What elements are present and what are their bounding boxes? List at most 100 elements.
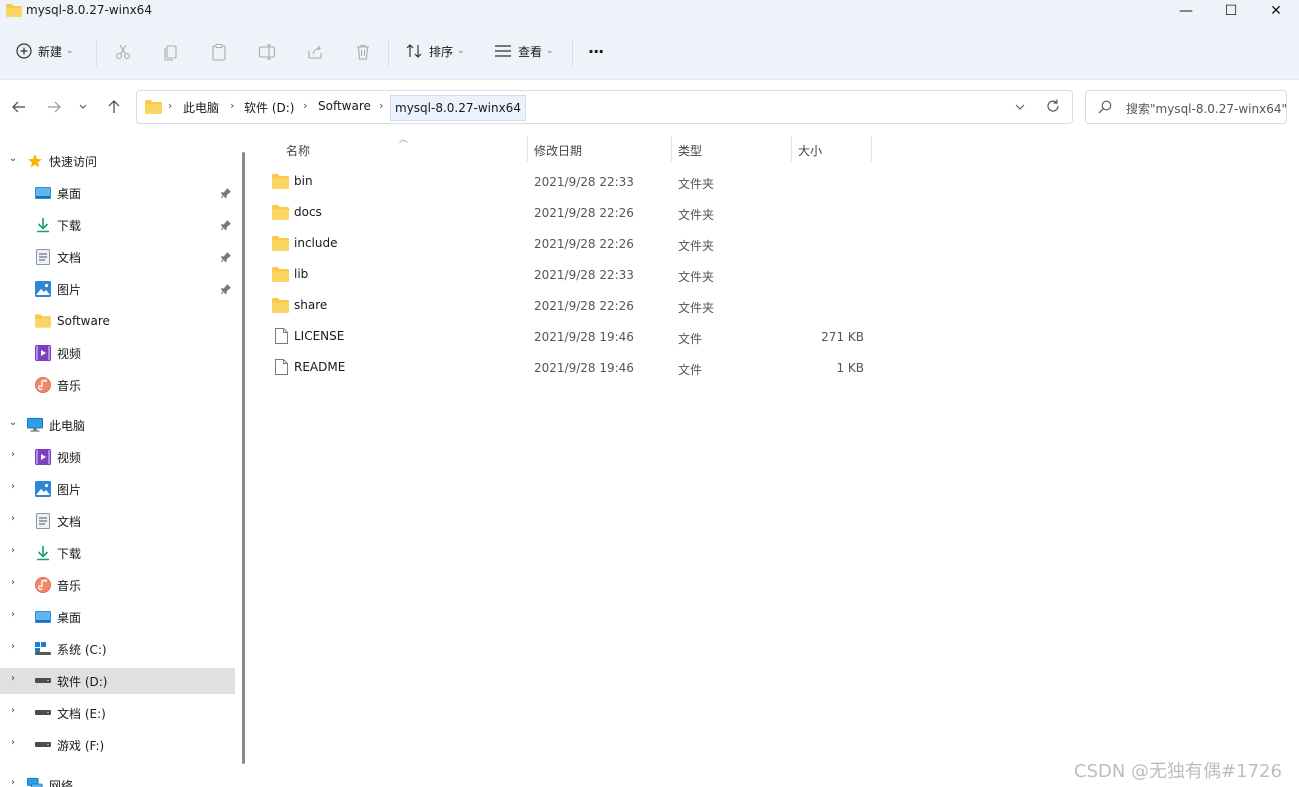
sidebar-item-desktop[interactable]: 桌面 — [0, 180, 235, 206]
file-row[interactable]: include 2021/9/28 22:26 文件夹 — [268, 230, 878, 258]
sidebar-pc-drive-d[interactable]: › 软件 (D:) — [0, 668, 235, 694]
sidebar-pc-drive-c[interactable]: › 系统 (C:) — [0, 636, 235, 662]
column-header-name[interactable]: 名称 — [286, 142, 310, 159]
column-divider[interactable] — [671, 136, 672, 162]
file-name: share — [294, 298, 328, 312]
chevron-right-icon[interactable]: › — [6, 673, 20, 684]
file-row[interactable]: share 2021/9/28 22:26 文件夹 — [268, 292, 878, 320]
column-divider[interactable] — [871, 136, 872, 162]
column-header-size[interactable]: 大小 — [798, 142, 822, 159]
sidebar-pc-pictures[interactable]: › 图片 — [0, 476, 235, 502]
sidebar-pc-documents[interactable]: › 文档 — [0, 508, 235, 534]
sort-icon — [406, 44, 422, 58]
sidebar-network[interactable]: › 网络 — [0, 772, 235, 787]
system-drive-icon — [35, 641, 51, 657]
breadcrumb-separator[interactable]: › — [168, 99, 172, 112]
chevron-right-icon[interactable]: › — [6, 609, 20, 620]
sort-button[interactable]: 排序 ⌄ — [405, 36, 465, 66]
pin-icon[interactable] — [220, 283, 232, 295]
more-options-button[interactable]: ··· — [588, 36, 604, 66]
chevron-down-icon — [79, 104, 87, 109]
chevron-right-icon[interactable]: › — [6, 449, 20, 460]
breadcrumb-separator[interactable]: › — [303, 99, 307, 112]
column-divider[interactable] — [527, 136, 528, 162]
recent-locations-button[interactable] — [74, 96, 92, 118]
breadcrumb-this-pc[interactable]: 此电脑 — [183, 99, 219, 116]
breadcrumb-separator[interactable]: › — [230, 99, 234, 112]
sidebar-pc-downloads[interactable]: › 下载 — [0, 540, 235, 566]
search-box[interactable]: 搜索"mysql-8.0.27-winx64" — [1085, 90, 1287, 124]
sidebar-item-software[interactable]: Software — [0, 308, 235, 334]
file-row[interactable]: LICENSE 2021/9/28 19:46 文件 271 KB — [268, 323, 878, 351]
chevron-expanded-icon[interactable]: ⌄ — [6, 417, 20, 428]
file-row[interactable]: bin 2021/9/28 22:33 文件夹 — [268, 168, 878, 196]
sidebar-item-label: Software — [57, 314, 110, 328]
close-button[interactable]: ✕ — [1253, 0, 1299, 22]
breadcrumb-drive-d[interactable]: 软件 (D:) — [244, 99, 294, 116]
sidebar-scrollbar-thumb[interactable] — [242, 152, 245, 764]
chevron-right-icon[interactable]: › — [6, 545, 20, 556]
plus-circle-icon — [16, 43, 32, 59]
file-row[interactable]: docs 2021/9/28 22:26 文件夹 — [268, 199, 878, 227]
sidebar-pc-music[interactable]: › 音乐 — [0, 572, 235, 598]
chevron-right-icon[interactable]: › — [6, 513, 20, 524]
chevron-right-icon[interactable]: › — [6, 737, 20, 748]
chevron-right-icon[interactable]: › — [6, 777, 20, 787]
search-input[interactable]: 搜索"mysql-8.0.27-winx64" — [1126, 100, 1287, 117]
sidebar-item-downloads[interactable]: 下载 — [0, 212, 235, 238]
chevron-right-icon[interactable]: › — [6, 641, 20, 652]
back-button[interactable] — [8, 96, 30, 118]
download-icon — [35, 545, 51, 561]
column-header-date[interactable]: 修改日期 — [534, 142, 582, 159]
pin-icon[interactable] — [220, 219, 232, 231]
pin-icon[interactable] — [220, 251, 232, 263]
sidebar-item-documents[interactable]: 文档 — [0, 244, 235, 270]
sidebar-this-pc[interactable]: ⌄ 此电脑 — [0, 412, 235, 438]
forward-button[interactable] — [43, 96, 65, 118]
breadcrumb-separator[interactable]: › — [379, 99, 383, 112]
sidebar-pc-drive-f[interactable]: › 游戏 (F:) — [0, 732, 235, 758]
paste-button[interactable] — [209, 42, 229, 62]
pin-icon[interactable] — [220, 187, 232, 199]
file-row[interactable]: lib 2021/9/28 22:33 文件夹 — [268, 261, 878, 289]
sidebar-item-pictures[interactable]: 图片 — [0, 276, 235, 302]
cut-button[interactable] — [113, 42, 133, 62]
rename-button[interactable] — [257, 42, 277, 62]
up-button[interactable] — [103, 96, 125, 118]
sidebar-pc-desktop[interactable]: › 桌面 — [0, 604, 235, 630]
file-type: 文件夹 — [678, 270, 715, 284]
address-history-chevron-icon[interactable] — [1015, 99, 1025, 115]
file-type: 文件夹 — [678, 177, 715, 191]
address-bar[interactable]: › 此电脑 › 软件 (D:) › Software › mysql-8.0.2… — [136, 90, 1073, 124]
new-button[interactable]: 新建 ⌄ — [16, 36, 74, 66]
chevron-expanded-icon[interactable]: ⌄ — [6, 153, 20, 164]
sidebar-pc-drive-e[interactable]: › 文档 (E:) — [0, 700, 235, 726]
view-icon — [495, 45, 511, 57]
sidebar-scrollbar[interactable] — [238, 140, 252, 787]
sidebar-pc-videos[interactable]: › 视频 — [0, 444, 235, 470]
breadcrumb-current[interactable]: mysql-8.0.27-winx64 — [390, 95, 526, 121]
column-divider[interactable] — [791, 136, 792, 162]
pictures-icon — [35, 281, 51, 297]
refresh-icon[interactable] — [1045, 98, 1061, 114]
video-icon — [35, 345, 51, 361]
sidebar-item-videos[interactable]: 视频 — [0, 340, 235, 366]
sidebar-item-music[interactable]: 音乐 — [0, 372, 235, 398]
breadcrumb-software[interactable]: Software — [318, 99, 371, 113]
sidebar-quick-access[interactable]: ⌄ 快速访问 — [0, 148, 235, 174]
chevron-right-icon[interactable]: › — [6, 481, 20, 492]
file-row[interactable]: README 2021/9/28 19:46 文件 1 KB — [268, 354, 878, 382]
column-header-type[interactable]: 类型 — [678, 142, 702, 159]
maximize-button[interactable]: ☐ — [1208, 0, 1254, 22]
share-button[interactable] — [305, 42, 325, 62]
command-bar: 新建 ⌄ 排序 ⌄ 查看 ⌄ ··· — [0, 22, 1299, 80]
delete-button[interactable] — [353, 42, 373, 62]
chevron-right-icon[interactable]: › — [6, 577, 20, 588]
sidebar-item-label: 下载 — [57, 546, 82, 561]
chevron-right-icon[interactable]: › — [6, 705, 20, 716]
copy-button[interactable] — [161, 42, 181, 62]
minimize-button[interactable]: — — [1163, 0, 1209, 22]
view-button[interactable]: 查看 ⌄ — [494, 36, 554, 66]
chevron-down-icon: ⌄ — [457, 46, 465, 56]
file-size: 1 KB — [836, 361, 864, 375]
